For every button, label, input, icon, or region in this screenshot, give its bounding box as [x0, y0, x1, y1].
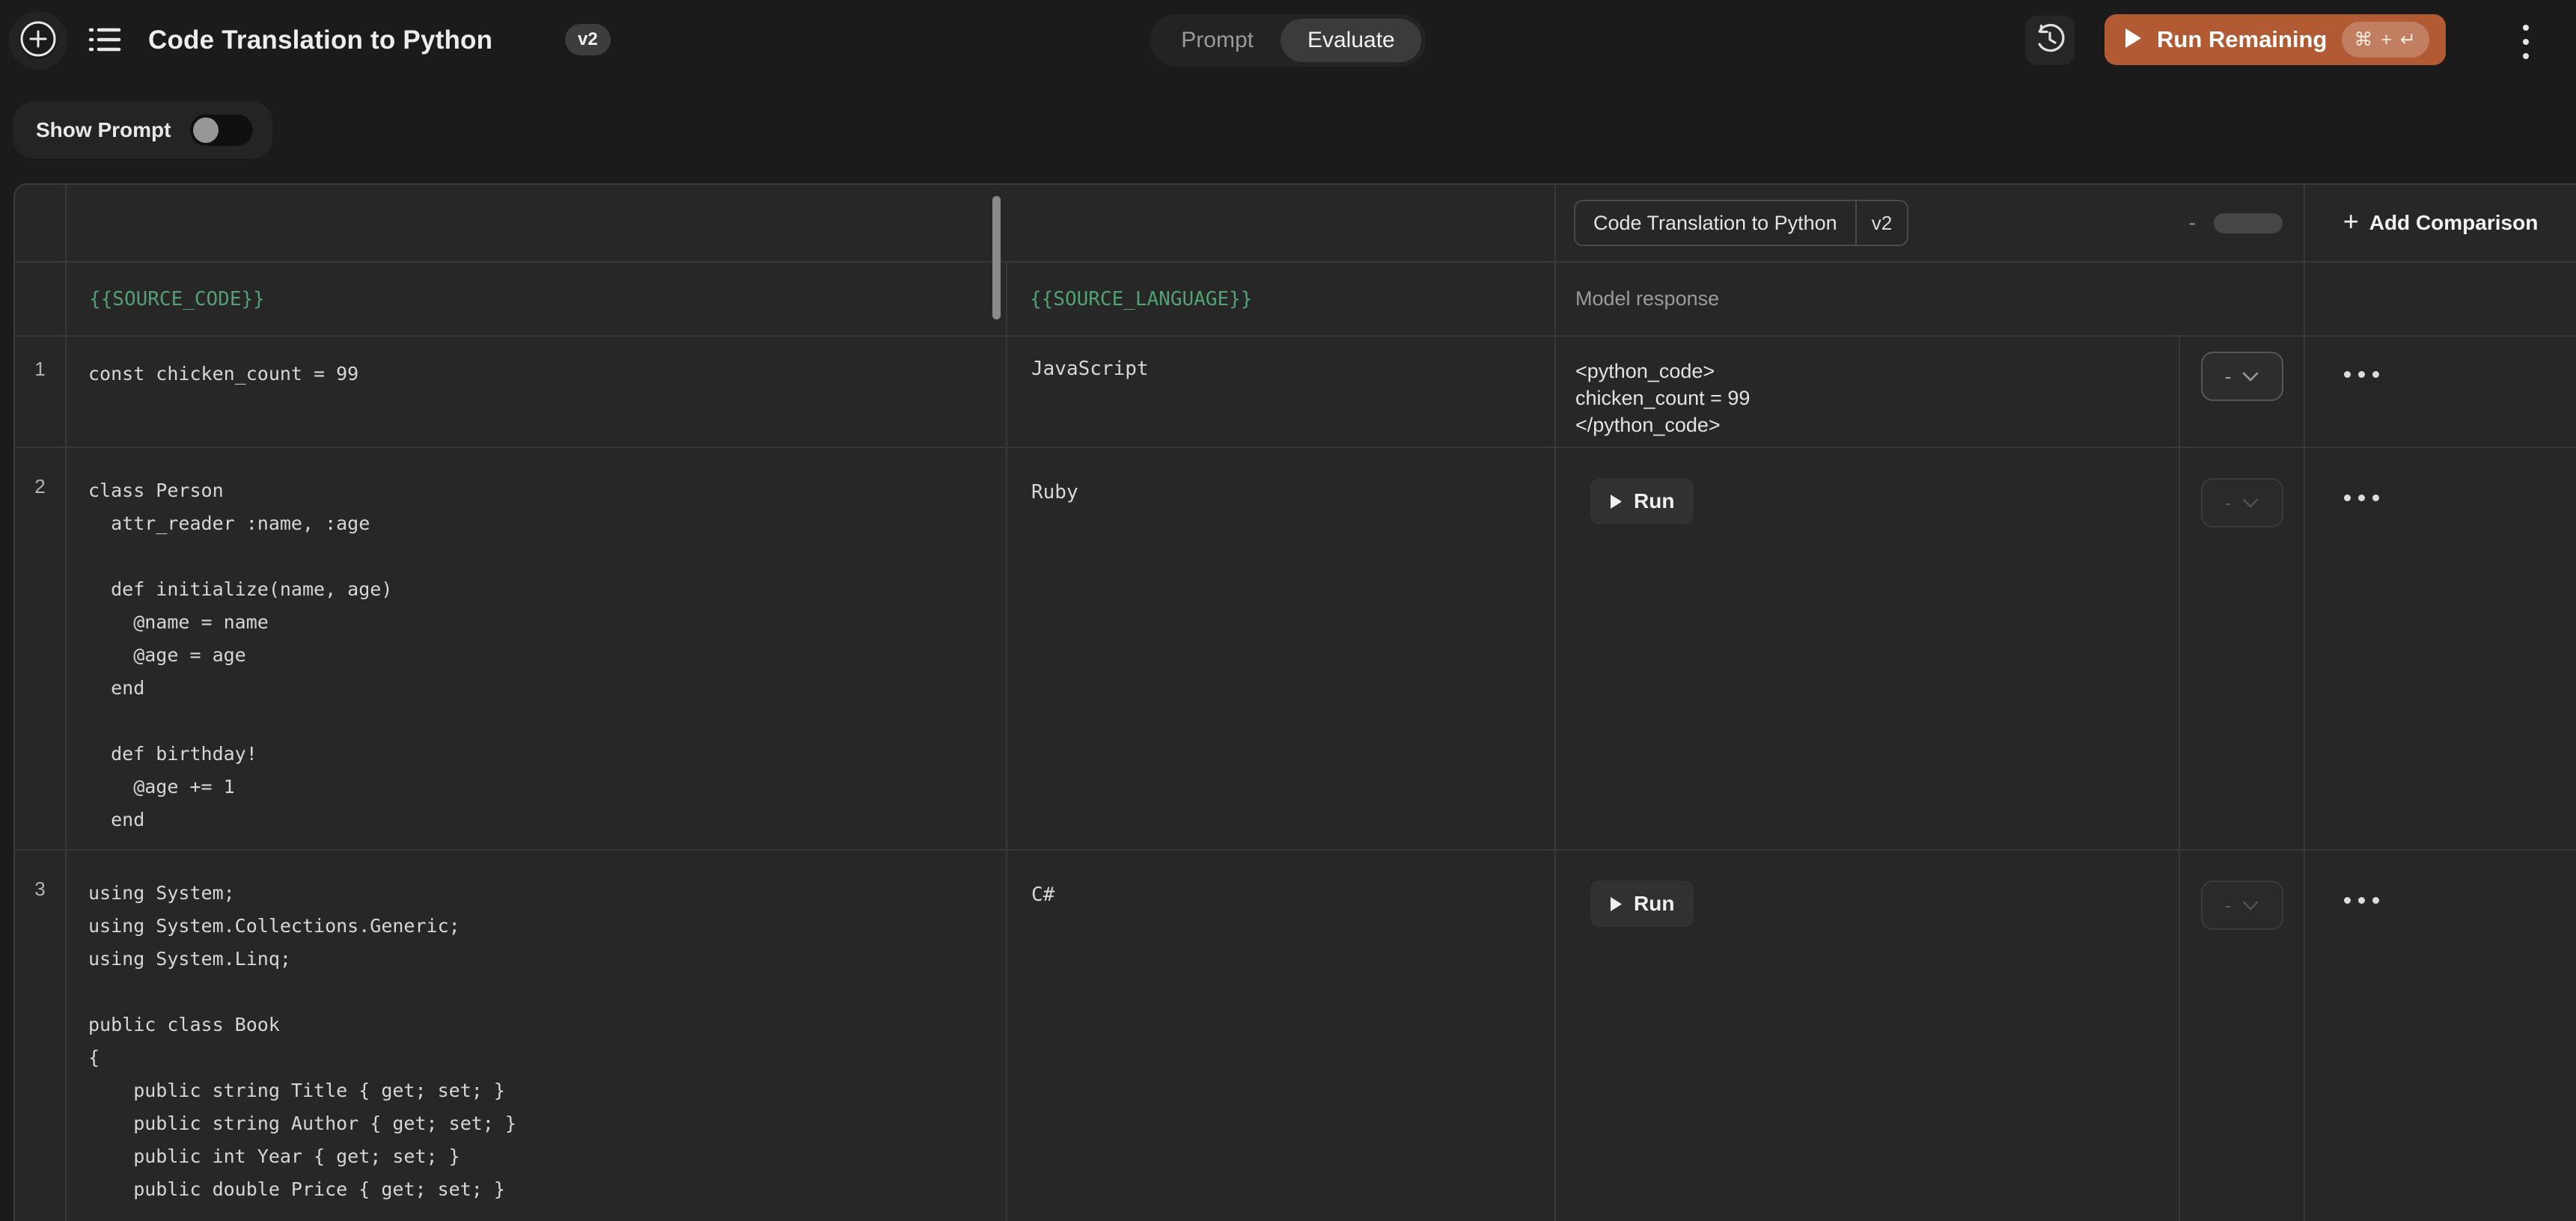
average-score-dash: - — [2189, 211, 2196, 235]
grade-cell: - — [2180, 448, 2305, 849]
grade-cell: - — [2180, 851, 2305, 1221]
run-button-label: Run — [1634, 892, 1674, 916]
prompt-version-button[interactable]: Code Translation to Python v2 — [1574, 200, 1908, 246]
run-button-label: Run — [1634, 489, 1674, 513]
actions-cell — [2305, 337, 2576, 447]
row-number-header-cell — [15, 185, 67, 261]
prompt-list-button[interactable] — [87, 23, 123, 59]
comparison-header-row: Code Translation to Python v2 - + Add Co… — [15, 185, 2576, 263]
source-code-cell[interactable]: class Person attr_reader :name, :age def… — [67, 448, 1007, 849]
source-language-variable-cell[interactable]: {{SOURCE_LANGUAGE}} — [1007, 263, 1556, 335]
grade-cell: - — [2180, 337, 2305, 447]
history-icon — [2035, 24, 2065, 58]
play-icon — [1610, 494, 1623, 509]
table-row: 3 using System; using System.Collections… — [15, 851, 2576, 1221]
score-area: - — [2189, 211, 2283, 235]
source-language-variable: {{SOURCE_LANGUAGE}} — [1007, 288, 1252, 310]
kebab-icon — [2523, 25, 2529, 31]
source-code-cell[interactable]: const chicken_count = 99 — [67, 337, 1007, 447]
grade-value: - — [2225, 894, 2232, 917]
prompt-version-header-cell: Code Translation to Python v2 - — [1556, 185, 2305, 261]
ellipsis-icon — [2344, 897, 2351, 904]
chevron-down-icon — [2242, 372, 2259, 382]
template-row: {{SOURCE_CODE}} {{SOURCE_LANGUAGE}} Mode… — [15, 263, 2576, 337]
grade-dropdown[interactable]: - — [2201, 478, 2283, 527]
model-response-cell: <python_code> chicken_count = 99 </pytho… — [1556, 337, 2180, 447]
source-language-cell[interactable]: JavaScript — [1007, 337, 1556, 447]
model-response-cell: Run — [1556, 851, 2180, 1221]
plus-icon: + — [2343, 208, 2359, 235]
chevron-down-icon — [2242, 498, 2259, 508]
page-title: Code Translation to Python — [148, 25, 492, 55]
grade-value: - — [2225, 365, 2232, 388]
new-item-button[interactable] — [19, 22, 57, 59]
show-prompt-container: Show Prompt — [13, 102, 272, 159]
more-menu-button[interactable] — [2517, 21, 2535, 63]
source-code-variable-cell[interactable]: {{SOURCE_CODE}} — [67, 263, 1007, 335]
prompt-version-tag: v2 — [1857, 201, 1907, 245]
list-icon — [87, 22, 123, 61]
top-bar: Code Translation to Python v2 Prompt Eva… — [0, 0, 2576, 79]
row-number: 3 — [15, 851, 67, 1221]
model-response-header-cell: Model response — [1556, 263, 2305, 335]
row-actions-menu[interactable] — [2344, 371, 2380, 378]
show-prompt-label: Show Prompt — [36, 118, 171, 142]
row-number: 1 — [15, 337, 67, 447]
tab-prompt[interactable]: Prompt — [1154, 19, 1281, 62]
ellipsis-icon — [2344, 495, 2351, 501]
source-code-cell[interactable]: using System; using System.Collections.G… — [67, 851, 1007, 1221]
keyboard-shortcut-badge: ⌘ + ↵ — [2342, 22, 2429, 58]
source-language-cell[interactable]: Ruby — [1007, 448, 1556, 849]
actions-cell — [2305, 851, 2576, 1221]
run-button[interactable]: Run — [1590, 881, 1694, 927]
tab-evaluate[interactable]: Evaluate — [1281, 19, 1422, 62]
row-actions-menu[interactable] — [2344, 495, 2380, 501]
score-progress-pill — [2214, 213, 2283, 233]
inputs-header-cell — [67, 185, 1556, 261]
show-prompt-toggle[interactable] — [190, 114, 253, 146]
scrollbar-thumb[interactable] — [992, 196, 1001, 254]
play-icon — [2124, 28, 2142, 52]
add-comparison-label: Add Comparison — [2369, 211, 2539, 235]
add-comparison-button[interactable]: + Add Comparison — [2305, 185, 2576, 261]
row-number: 2 — [15, 448, 67, 849]
prompt-version-name: Code Translation to Python — [1575, 201, 1855, 245]
grade-value: - — [2225, 492, 2232, 515]
toggle-knob — [193, 117, 219, 143]
evaluation-table: Code Translation to Python v2 - + Add Co… — [13, 183, 2576, 1221]
chevron-down-icon — [2242, 901, 2259, 911]
view-tabs: Prompt Evaluate — [1150, 14, 1426, 67]
table-row: 2 class Person attr_reader :name, :age d… — [15, 448, 2576, 851]
row-actions-menu[interactable] — [2344, 897, 2380, 904]
source-language-cell[interactable]: C# — [1007, 851, 1556, 1221]
model-response-header: Model response — [1556, 287, 1719, 310]
run-remaining-label: Run Remaining — [2157, 26, 2327, 53]
plus-circle-icon — [19, 20, 57, 61]
run-button[interactable]: Run — [1590, 478, 1694, 524]
grade-dropdown[interactable]: - — [2201, 881, 2283, 930]
history-button[interactable] — [2025, 16, 2075, 65]
grade-dropdown[interactable]: - — [2201, 352, 2283, 401]
row-number-cell — [15, 263, 67, 335]
play-icon — [1610, 896, 1623, 912]
source-code-variable: {{SOURCE_CODE}} — [67, 288, 265, 310]
run-remaining-button[interactable]: Run Remaining ⌘ + ↵ — [2105, 14, 2446, 65]
actions-cell — [2305, 448, 2576, 849]
actions-header-cell — [2305, 263, 2576, 335]
model-response-cell: Run — [1556, 448, 2180, 849]
ellipsis-icon — [2344, 371, 2351, 378]
version-badge: v2 — [565, 24, 611, 55]
table-row: 1 const chicken_count = 99 JavaScript <p… — [15, 337, 2576, 448]
